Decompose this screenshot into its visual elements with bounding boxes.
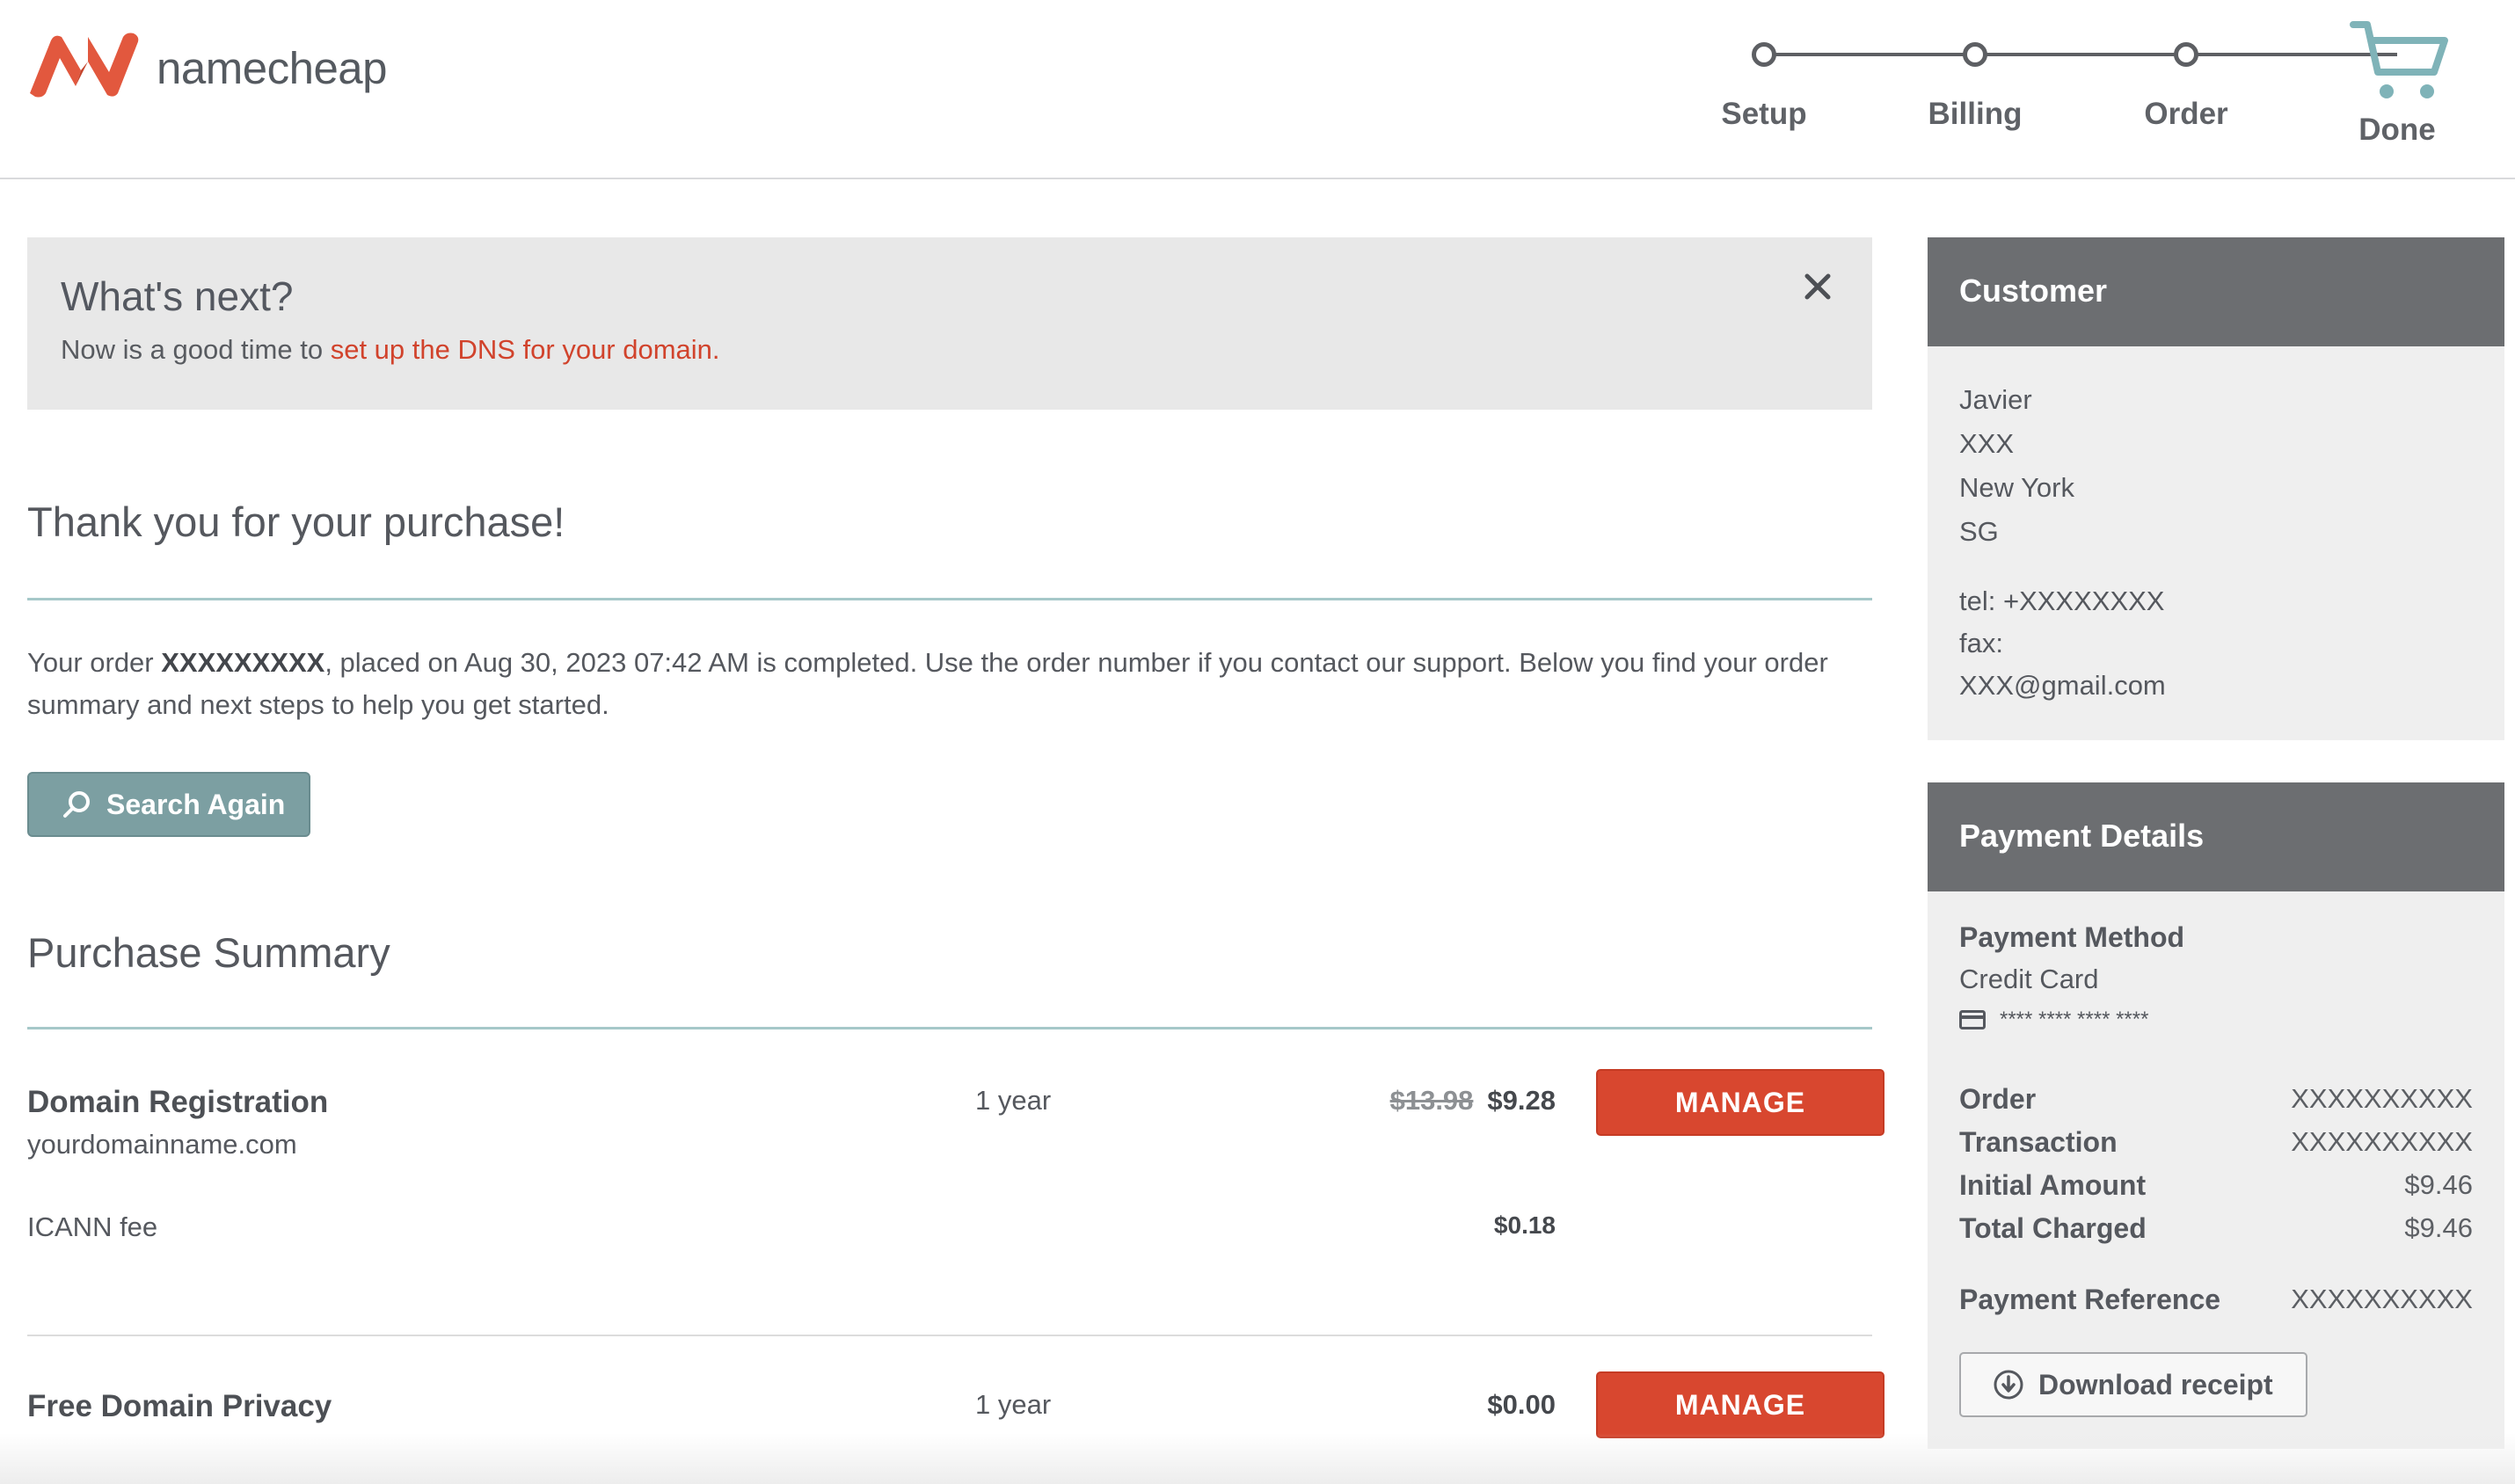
row-label: Total Charged bbox=[1959, 1212, 2147, 1244]
fee-label: ICANN fee bbox=[27, 1211, 158, 1242]
item-price: $0.00 bbox=[1487, 1389, 1556, 1420]
payment-row-transaction: Transaction XXXXXXXXXX bbox=[1959, 1126, 2473, 1168]
download-receipt-label: Download receipt bbox=[2038, 1368, 2273, 1400]
manage-button[interactable]: MANAGE bbox=[1596, 1069, 1884, 1136]
customer-line: Javier bbox=[1959, 384, 2032, 415]
row-value: XXXXXXXXXX bbox=[2291, 1126, 2473, 1157]
divider bbox=[27, 598, 1872, 600]
payment-row-total-charged: Total Charged $9.46 bbox=[1959, 1212, 2473, 1255]
top-header: namecheap Setup Billing Order Done bbox=[0, 0, 2515, 179]
step-dot bbox=[1752, 42, 1776, 67]
row-value: XXXXXXXXXX bbox=[2291, 1284, 2473, 1314]
card-mask: **** **** **** **** bbox=[2000, 1008, 2149, 1031]
search-again-button[interactable]: Search Again bbox=[27, 772, 310, 837]
download-receipt-button[interactable]: Download receipt bbox=[1959, 1352, 2307, 1417]
customer-tel: tel: +XXXXXXXX bbox=[1959, 586, 2165, 616]
purchase-summary-title: Purchase Summary bbox=[27, 929, 390, 976]
step-label: Billing bbox=[1928, 97, 2023, 131]
item-old-price: $13.98 bbox=[1389, 1085, 1474, 1116]
step-dot bbox=[1963, 42, 1987, 67]
fee-price: $0.18 bbox=[1493, 1211, 1556, 1239]
close-icon[interactable] bbox=[1800, 269, 1835, 304]
row-label: Payment Reference bbox=[1959, 1284, 2221, 1315]
payment-method-value: Credit Card bbox=[1959, 964, 2099, 994]
payment-panel-title: Payment Details bbox=[1928, 782, 2504, 891]
whats-next-prefix: Now is a good time to bbox=[61, 334, 331, 365]
whats-next-text: Now is a good time to set up the DNS for… bbox=[61, 334, 720, 366]
item-period: 1 year bbox=[975, 1085, 1052, 1116]
search-icon bbox=[63, 791, 90, 818]
search-again-label: Search Again bbox=[106, 788, 286, 820]
whats-next-title: What's next? bbox=[61, 273, 294, 319]
item-domain: yourdomainname.com bbox=[27, 1129, 297, 1160]
item-period: 1 year bbox=[975, 1389, 1052, 1420]
item-price: $13.98 $9.28 bbox=[1390, 1085, 1556, 1117]
row-value: XXXXXXXXXX bbox=[2291, 1083, 2473, 1114]
customer-email: XXX@gmail.com bbox=[1959, 670, 2166, 701]
setup-dns-link[interactable]: set up the DNS for your domain. bbox=[331, 334, 720, 365]
order-confirmation-text: Your order XXXXXXXXX, placed on Aug 30, … bbox=[27, 642, 1872, 726]
row-label: Transaction bbox=[1959, 1126, 2118, 1158]
namecheap-logo-icon[interactable] bbox=[26, 32, 142, 98]
manage-button[interactable]: MANAGE bbox=[1596, 1371, 1884, 1438]
checkout-progress: Setup Billing Order Done bbox=[1715, 21, 2489, 158]
customer-panel: Customer Javier XXX New York SG tel: +XX… bbox=[1928, 237, 2504, 740]
item-new-price: $9.28 bbox=[1487, 1085, 1556, 1116]
row-value: $9.46 bbox=[2404, 1212, 2473, 1243]
payment-row-order: Order XXXXXXXXXX bbox=[1959, 1083, 2473, 1125]
divider bbox=[27, 1335, 1872, 1336]
customer-details: Javier XXX New York SG tel: +XXXXXXXX fa… bbox=[1928, 346, 2504, 707]
payment-row-reference: Payment Reference XXXXXXXXXX bbox=[1959, 1284, 2473, 1326]
step-dot bbox=[2174, 42, 2198, 67]
download-icon bbox=[1994, 1370, 2023, 1400]
row-label: Initial Amount bbox=[1959, 1169, 2147, 1201]
step-order: Order bbox=[2116, 26, 2256, 132]
divider bbox=[27, 1027, 1872, 1029]
credit-card-icon bbox=[1959, 1010, 1986, 1029]
thank-you-heading: Thank you for your purchase! bbox=[27, 498, 565, 545]
brand-name[interactable]: namecheap bbox=[157, 42, 388, 94]
customer-line: SG bbox=[1959, 516, 1999, 547]
progress-track bbox=[1764, 53, 2397, 56]
shopping-cart-icon bbox=[2350, 21, 2448, 98]
payment-row-initial-amount: Initial Amount $9.46 bbox=[1959, 1169, 2473, 1211]
customer-line: XXX bbox=[1959, 428, 2015, 459]
customer-line: New York bbox=[1959, 472, 2074, 503]
item-name: Free Domain Privacy bbox=[27, 1389, 332, 1423]
card-info: **** **** **** **** bbox=[1959, 1008, 2148, 1032]
step-label: Done bbox=[2358, 113, 2436, 147]
row-value: $9.46 bbox=[2404, 1169, 2473, 1200]
payment-details-panel: Payment Details Payment Method Credit Ca… bbox=[1928, 782, 2504, 1449]
order-prefix: Your order bbox=[27, 647, 162, 678]
step-setup: Setup bbox=[1694, 26, 1834, 132]
order-number: XXXXXXXXX bbox=[161, 647, 325, 678]
whats-next-notice: What's next? Now is a good time to set u… bbox=[27, 237, 1872, 410]
main-content: What's next? Now is a good time to set u… bbox=[27, 237, 1884, 1438]
step-billing: Billing bbox=[1905, 26, 2045, 132]
customer-fax: fax: bbox=[1959, 628, 2003, 658]
step-label: Setup bbox=[1721, 97, 1807, 131]
customer-panel-title: Customer bbox=[1928, 237, 2504, 346]
item-name: Domain Registration bbox=[27, 1085, 329, 1119]
payment-method-label: Payment Method bbox=[1959, 921, 2185, 953]
step-label: Order bbox=[2144, 97, 2228, 131]
row-label: Order bbox=[1959, 1083, 2037, 1115]
